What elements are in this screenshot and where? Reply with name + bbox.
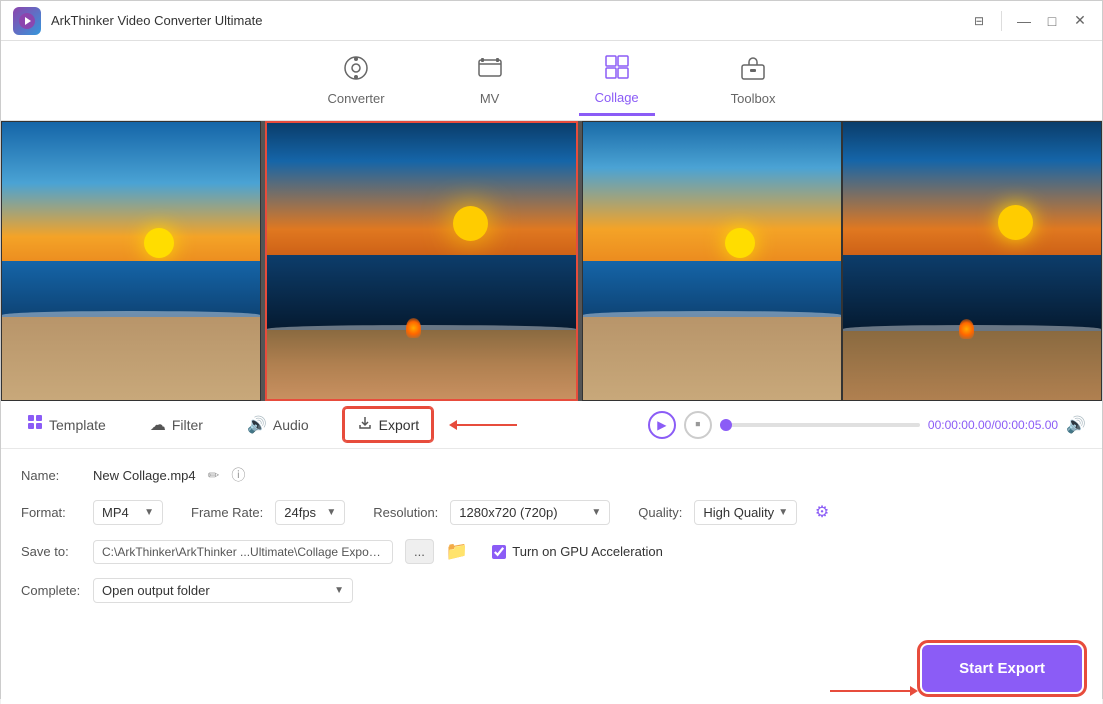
export-label: Export: [379, 417, 419, 433]
save-path-display: C:\ArkThinker\ArkThinker ...Ultimate\Col…: [93, 540, 393, 564]
folder-icon[interactable]: 📁: [446, 541, 468, 562]
export-icon: [357, 415, 373, 434]
converter-label: Converter: [328, 91, 385, 106]
toolbar: Template ☁ Filter 🔊 Audio Export: [1, 401, 1102, 449]
audio-label: Audio: [273, 417, 309, 433]
titlebar: ArkThinker Video Converter Ultimate ⊟ — …: [1, 1, 1102, 41]
annotation-line-2: [830, 690, 910, 692]
beach-scene-1: [2, 122, 260, 400]
menu-button[interactable]: ⊟: [969, 11, 989, 31]
beach-scene-2: [267, 123, 576, 399]
beach-scene-4: [843, 122, 1101, 400]
resolution-arrow-icon: ▼: [591, 507, 601, 518]
start-export-button[interactable]: Start Export: [922, 645, 1082, 692]
mv-label: MV: [480, 91, 500, 106]
beach-scene-3: [583, 122, 841, 400]
complete-select[interactable]: Open output folder ▼: [93, 578, 353, 603]
separator: [1001, 11, 1002, 31]
progress-bar[interactable]: [720, 423, 920, 427]
minimize-button[interactable]: —: [1014, 11, 1034, 31]
volume-button[interactable]: 🔊: [1066, 415, 1086, 435]
annotation-line: [457, 424, 517, 426]
preview-area: ⊞ ⊞: [1, 121, 1102, 401]
nav-item-converter[interactable]: Converter: [312, 47, 401, 114]
nav-item-mv[interactable]: MV: [461, 47, 519, 114]
preview-cell-1[interactable]: ⊞: [1, 121, 261, 401]
complete-label: Complete:: [21, 583, 81, 598]
nav-item-toolbox[interactable]: Toolbox: [715, 47, 792, 114]
converter-icon: [343, 55, 369, 87]
annotation-arrowhead-2: [910, 686, 918, 696]
edit-name-button[interactable]: ✏: [208, 467, 220, 484]
window-controls: ⊟ — □ ✕: [969, 11, 1090, 31]
name-label: Name:: [21, 468, 81, 483]
time-total: 00:00:05.00: [995, 418, 1058, 432]
start-export-annotation: [830, 690, 910, 692]
preview-cell-3[interactable]: [582, 121, 842, 401]
navbar: Converter MV Col: [1, 41, 1102, 121]
browse-button[interactable]: ...: [405, 539, 434, 564]
framerate-value: 24fps: [284, 505, 316, 520]
export-annotation: [457, 424, 517, 426]
template-label: Template: [49, 417, 106, 433]
export-button[interactable]: Export: [343, 407, 433, 442]
gpu-checkbox[interactable]: [492, 545, 506, 559]
gear-button[interactable]: ⚙: [809, 499, 835, 525]
name-value: New Collage.mp4: [93, 468, 196, 483]
annotation-arrowhead: [449, 420, 457, 430]
format-row: Format: MP4 ▼ Frame Rate: 24fps ▼ Resolu…: [21, 499, 1082, 525]
settings-panel: Name: New Collage.mp4 ✏ ⓘ Format: MP4 ▼ …: [1, 449, 1102, 633]
template-button[interactable]: Template: [17, 408, 116, 441]
template-icon: [27, 414, 43, 435]
preview-cell-4[interactable]: [842, 121, 1102, 401]
quality-value: High Quality: [703, 505, 774, 520]
filter-label: Filter: [172, 417, 203, 433]
toolbox-label: Toolbox: [731, 91, 776, 106]
stop-button[interactable]: ⏹: [684, 411, 712, 439]
framerate-select[interactable]: 24fps ▼: [275, 500, 345, 525]
progress-thumb: [720, 419, 732, 431]
time-current: 00:00:00.00: [928, 418, 991, 432]
gpu-acceleration-toggle[interactable]: Turn on GPU Acceleration: [492, 544, 663, 559]
nav-item-collage[interactable]: Collage: [579, 46, 655, 116]
toolbox-icon: [740, 55, 766, 87]
playback-controls: ▶ ⏹ 00:00:00.00/00:00:05.00 🔊: [648, 411, 1086, 439]
quality-arrow-icon: ▼: [778, 507, 788, 518]
app-title: ArkThinker Video Converter Ultimate: [51, 13, 969, 28]
audio-button[interactable]: 🔊 Audio: [237, 409, 319, 441]
quality-label: Quality:: [638, 505, 682, 520]
maximize-button[interactable]: □: [1042, 11, 1062, 31]
format-label: Format:: [21, 505, 81, 520]
app-icon: [13, 7, 41, 35]
gpu-label: Turn on GPU Acceleration: [512, 544, 663, 559]
filter-button[interactable]: ☁ Filter: [140, 409, 213, 441]
format-arrow-icon: ▼: [144, 507, 154, 518]
resolution-select[interactable]: 1280x720 (720p) ▼: [450, 500, 610, 525]
name-row: Name: New Collage.mp4 ✏ ⓘ: [21, 465, 1082, 485]
time-display: 00:00:00.00/00:00:05.00: [928, 418, 1058, 432]
quality-select[interactable]: High Quality ▼: [694, 500, 797, 525]
bottom-area: Start Export: [1, 633, 1102, 704]
complete-row: Complete: Open output folder ▼: [21, 578, 1082, 603]
play-button[interactable]: ▶: [648, 411, 676, 439]
info-button[interactable]: ⓘ: [231, 465, 245, 485]
framerate-arrow-icon: ▼: [326, 507, 336, 518]
audio-icon: 🔊: [247, 415, 267, 435]
complete-arrow-icon: ▼: [334, 585, 344, 596]
framerate-label: Frame Rate:: [191, 505, 263, 520]
resolution-value: 1280x720 (720p): [459, 505, 557, 520]
mv-icon: [477, 55, 503, 87]
app-window: ArkThinker Video Converter Ultimate ⊟ — …: [0, 0, 1103, 699]
filter-icon: ☁: [150, 415, 166, 435]
saveto-row: Save to: C:\ArkThinker\ArkThinker ...Ult…: [21, 539, 1082, 564]
saveto-label: Save to:: [21, 544, 81, 559]
format-value: MP4: [102, 505, 129, 520]
preview-cell-2[interactable]: ⊞: [265, 121, 578, 401]
close-button[interactable]: ✕: [1070, 11, 1090, 31]
format-select[interactable]: MP4 ▼: [93, 500, 163, 525]
complete-value: Open output folder: [102, 583, 210, 598]
collage-icon: [604, 54, 630, 86]
collage-label: Collage: [595, 90, 639, 105]
resolution-label: Resolution:: [373, 505, 438, 520]
